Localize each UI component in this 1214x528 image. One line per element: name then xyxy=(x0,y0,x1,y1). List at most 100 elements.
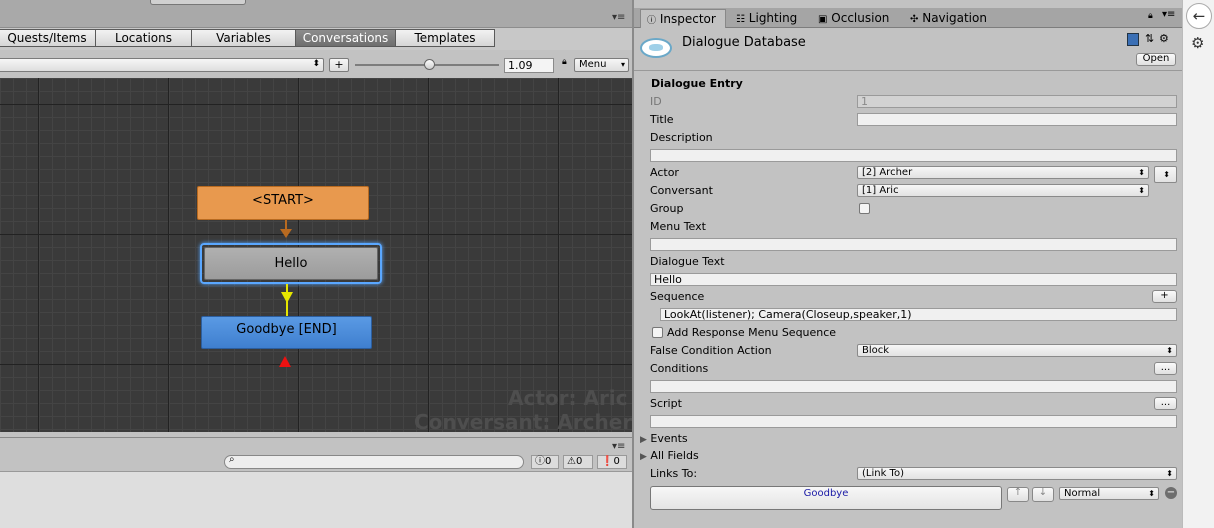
dropdown-arrow-icon: ⬍ xyxy=(1163,170,1170,179)
error-toggle[interactable]: ❗0 xyxy=(597,455,627,469)
dropdown-arrow-icon: ⬍ xyxy=(1138,168,1145,177)
link-priority-dropdown[interactable]: Normal ⬍ xyxy=(1059,487,1159,500)
tab-locations[interactable]: Locations xyxy=(95,29,192,47)
script-label: Script xyxy=(650,397,682,410)
description-field[interactable] xyxy=(650,149,1177,162)
info-toggle[interactable]: ⓘ0 xyxy=(531,455,559,469)
dropdown-arrow-icon: ⬍ xyxy=(1166,469,1173,478)
dropdown-arrow-icon: ⬍ xyxy=(1138,186,1145,195)
inspector-tabs: ⓘ Inspector ☷ Lighting ▣ Occlusion ✣ Nav… xyxy=(634,8,1182,28)
open-button[interactable]: Open xyxy=(1136,53,1176,66)
error-count: 0 xyxy=(613,456,620,467)
id-label: ID xyxy=(650,95,662,108)
start-node-label: <START> xyxy=(252,193,314,208)
false-condition-action-label: False Condition Action xyxy=(650,344,772,357)
search-icon: ⌕ xyxy=(229,454,235,465)
link-arrow-start-hello xyxy=(280,229,292,238)
start-node[interactable]: <START> xyxy=(197,186,369,220)
tab-occlusion[interactable]: ▣ Occlusion xyxy=(818,9,904,28)
tab-lighting-label: Lighting xyxy=(748,11,798,25)
lock-icon[interactable]: 🔒︎ xyxy=(562,57,567,67)
events-foldout[interactable]: ▶ Events xyxy=(640,432,688,445)
inspector-menu-icon[interactable]: ▾≡ xyxy=(1162,9,1175,20)
conversation-dropdown[interactable]: ⬍ xyxy=(0,58,324,72)
tab-inspector-label: Inspector xyxy=(659,12,716,26)
warning-icon: ⚠ xyxy=(567,456,576,467)
top-buttons-stub[interactable] xyxy=(150,0,246,5)
header-divider xyxy=(634,70,1182,71)
menu-dropdown[interactable]: Menu ▾ xyxy=(574,58,629,72)
editor-toolbar: ⬍ + 1.09 🔒︎ Menu ▾ xyxy=(0,52,632,76)
panel-menu-icon[interactable]: ▾≡ xyxy=(612,12,625,23)
conditions-field[interactable] xyxy=(650,380,1177,393)
dropdown-arrow-icon: ⬍ xyxy=(312,59,320,69)
link-goodbye-button[interactable]: Goodbye xyxy=(650,486,1002,510)
all-fields-foldout[interactable]: ▶ All Fields xyxy=(640,449,699,462)
dialogue-text-field[interactable]: Hello xyxy=(650,273,1177,286)
conversant-dropdown[interactable]: [1] Aric ⬍ xyxy=(857,184,1149,197)
zoom-value-field[interactable]: 1.09 xyxy=(504,58,554,73)
settings-gear-icon[interactable]: ⚙ xyxy=(1191,34,1204,52)
link-arrow-hello-goodbye xyxy=(281,292,293,303)
conditions-label: Conditions xyxy=(650,362,709,375)
conversation-graph-canvas[interactable]: <START> Hello Goodbye [END] Actor: Aric … xyxy=(0,78,632,432)
false-condition-action-dropdown[interactable]: Block ⬍ xyxy=(857,344,1177,357)
group-label: Group xyxy=(650,202,684,215)
actor-label: Actor xyxy=(650,166,679,179)
lighting-icon: ☷ xyxy=(736,14,745,25)
tab-lighting[interactable]: ☷ Lighting xyxy=(736,9,812,28)
zoom-slider-thumb[interactable] xyxy=(424,59,435,70)
navigation-icon: ✣ xyxy=(910,14,919,25)
inspector-lock-icon[interactable]: 🔒︎ xyxy=(1148,11,1153,21)
inspector-panel: ⓘ Inspector ☷ Lighting ▣ Occlusion ✣ Nav… xyxy=(632,0,1182,528)
tab-templates[interactable]: Templates xyxy=(395,29,495,47)
help-book-icon[interactable] xyxy=(1127,33,1139,46)
sequence-add-button[interactable]: + xyxy=(1152,290,1177,303)
tab-navigation[interactable]: ✣ Navigation xyxy=(910,9,1010,28)
actor-options-dropdown[interactable]: ⬍ xyxy=(1154,166,1177,183)
hello-node[interactable]: Hello xyxy=(204,247,378,280)
conditions-wizard-button[interactable]: ... xyxy=(1154,362,1177,375)
info-icon: ⓘ xyxy=(535,456,545,467)
actor-dropdown[interactable]: [2] Archer ⬍ xyxy=(857,166,1149,179)
link-priority-value: Normal xyxy=(1064,488,1101,499)
tab-inspector[interactable]: ⓘ Inspector xyxy=(640,9,726,28)
tab-occlusion-label: Occlusion xyxy=(831,11,890,25)
back-arrow-icon[interactable]: ← xyxy=(1186,3,1212,29)
console-menu-icon[interactable]: ▾≡ xyxy=(612,441,625,452)
foldout-arrow-icon: ▶ xyxy=(640,452,647,462)
tab-variables[interactable]: Variables xyxy=(191,29,296,47)
sequence-label: Sequence xyxy=(650,290,705,303)
conversant-value: [1] Aric xyxy=(862,185,899,196)
tab-conversations[interactable]: Conversations xyxy=(295,29,396,47)
add-response-menu-sequence-checkbox[interactable] xyxy=(652,327,663,338)
script-field[interactable] xyxy=(650,415,1177,428)
goodbye-end-node[interactable]: Goodbye [END] xyxy=(201,316,372,349)
menu-text-field[interactable] xyxy=(650,238,1177,251)
add-conversation-button[interactable]: + xyxy=(329,58,349,72)
sequence-field[interactable]: LookAt(listener); Camera(Closeup,speaker… xyxy=(660,308,1177,321)
description-label: Description xyxy=(650,131,713,144)
tab-quests-items[interactable]: Quests/Items xyxy=(0,29,96,47)
foldout-arrow-icon: ▶ xyxy=(640,435,647,445)
gear-icon[interactable]: ⚙ xyxy=(1159,32,1169,45)
console-search-input[interactable]: ⌕ xyxy=(224,454,524,469)
remove-link-icon[interactable]: − xyxy=(1165,487,1177,499)
title-label: Title xyxy=(650,113,674,126)
chevron-down-icon: ▾ xyxy=(620,60,625,69)
group-checkbox[interactable] xyxy=(859,203,870,214)
console-log-area xyxy=(0,471,632,528)
false-condition-action-value: Block xyxy=(862,345,890,356)
dialogue-text-label: Dialogue Text xyxy=(650,255,725,268)
links-to-dropdown[interactable]: (Link To) ⬍ xyxy=(857,467,1177,480)
info-circle-icon: ⓘ xyxy=(647,16,657,26)
preset-sliders-icon[interactable]: ⇅ xyxy=(1145,32,1154,45)
console-toolbar: ▾≡ ⌕ ⓘ0 ⚠0 ❗0 xyxy=(0,437,632,471)
warning-toggle[interactable]: ⚠0 xyxy=(563,455,593,469)
links-to-label: Links To: xyxy=(650,467,698,480)
move-link-down-button[interactable]: ↓ xyxy=(1032,487,1054,502)
move-link-up-button[interactable]: ↑ xyxy=(1007,487,1029,502)
title-field[interactable] xyxy=(857,113,1177,126)
dropdown-arrow-icon: ⬍ xyxy=(1166,346,1173,355)
script-wizard-button[interactable]: ... xyxy=(1154,397,1177,410)
